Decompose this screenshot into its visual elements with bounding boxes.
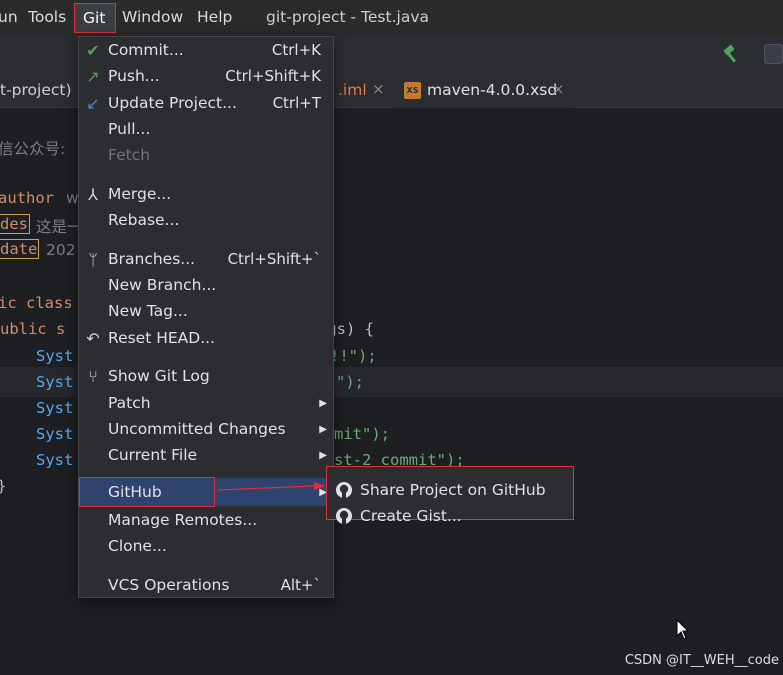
menu-item-current-file[interactable]: Current File ▶ [79,443,333,469]
menu-item-uncommitted-changes[interactable]: Uncommitted Changes ▶ [79,417,333,443]
code-token: ublic s [0,320,66,338]
code-token: Syst [36,347,74,365]
menu-item-shortcut: Ctrl+K [271,41,321,59]
menu-item-create-gist[interactable]: Create Gist... [330,503,574,529]
menu-item-label: Push... [108,67,160,85]
github-annotation-box [79,477,215,507]
git-log-icon: ⑂ [88,367,98,386]
menu-item-label: Update Project... [108,94,237,112]
code-token: Syst [36,373,74,391]
code-token: 这是一 [36,218,83,236]
menu-item-patch[interactable]: Patch ▶ [79,391,333,417]
menu-item-reset-head[interactable]: ↶ Reset HEAD... [79,326,333,352]
code-token: Syst [36,451,74,469]
code-token: des [0,214,30,234]
annotation-arrow-icon [218,482,325,491]
menu-item-merge[interactable]: ⅄ Merge... [79,182,333,208]
layout-icon[interactable] [764,44,783,64]
menu-item-shortcut: Ctrl+Shift+K [225,67,321,85]
menu-item-label: Commit... [108,41,184,59]
code-token: Syst [36,425,74,443]
menu-item-push[interactable]: ↗ Push... Ctrl+Shift+K [79,64,333,90]
submenu-arrow-icon: ▶ [319,398,327,409]
menu-item-manage-remotes[interactable]: Manage Remotes... [79,508,333,534]
code-token: !!"); [330,347,377,365]
code-token: w [66,189,79,207]
check-icon: ✔ [86,41,100,60]
mouse-cursor-icon [676,619,690,640]
menu-item-label: Reset HEAD... [108,329,215,347]
project-tab[interactable]: t-project) [0,72,80,108]
menu-help[interactable]: Help [197,8,232,26]
menu-item-label: Uncommitted Changes [108,420,286,438]
code-token: } [0,477,6,495]
menu-item-shortcut: Ctrl+Shift+` [227,250,321,268]
menu-item-label: Rebase... [108,211,180,229]
github-icon [336,508,352,524]
menu-item-branches[interactable]: ᛘ Branches... Ctrl+Shift+` [79,247,333,273]
menu-item-clone[interactable]: Clone... [79,534,333,560]
menu-item-rebase[interactable]: Rebase... [79,208,333,234]
watermark: CSDN @IT__WEH__code [624,653,779,668]
submenu-item-label: Share Project on GitHub [360,481,546,499]
menu-item-label: New Tag... [108,302,188,320]
close-icon[interactable]: × [552,80,565,98]
menu-run-partial[interactable]: un [0,8,18,26]
menu-item-show-git-log[interactable]: ⑂ Show Git Log [79,364,333,390]
xsd-file-icon: XS [404,82,421,99]
menu-item-label: Pull... [108,120,151,138]
menu-item-share-on-github[interactable]: Share Project on GitHub [330,477,574,503]
undo-icon: ↶ [86,329,100,348]
menu-bar: un Tools Git Window Help git-project - T… [0,0,783,36]
menu-item-update-project[interactable]: ↙ Update Project... Ctrl+T [79,91,333,117]
tab-iml-label: .iml [338,81,367,99]
menu-item-label: Fetch [108,146,151,164]
code-token: date [0,239,40,259]
code-token: 202 [46,241,76,259]
code-token: author [0,189,54,207]
menu-item-label: Manage Remotes... [108,511,258,529]
menu-item-pull[interactable]: Pull... [79,117,333,143]
window-title: git-project - Test.java [266,8,429,26]
menu-item-label: VCS Operations [108,576,230,594]
menu-tools[interactable]: Tools [28,8,66,26]
code-token: mit"); [334,425,390,443]
menu-item-label: New Branch... [108,276,217,294]
submenu-arrow-icon: ▶ [319,450,327,461]
menu-item-label: Current File [108,446,198,464]
menu-item-label: Clone... [108,537,167,555]
git-dropdown-menu: ✔ Commit... Ctrl+K ↗ Push... Ctrl+Shift+… [78,36,334,598]
menu-git[interactable]: Git [74,3,116,33]
menu-item-fetch: Fetch [79,143,333,169]
github-icon [336,482,352,498]
menu-git-label: Git [83,9,106,27]
menu-item-vcs-operations[interactable]: VCS Operations Alt+` [79,573,333,599]
code-token: Syst [36,399,74,417]
menu-item-new-branch[interactable]: New Branch... [79,273,333,299]
submenu-arrow-icon: ▶ [319,424,327,435]
menu-item-label: Patch [108,394,151,412]
submenu-item-label: Create Gist... [360,507,462,525]
close-icon[interactable]: × [372,80,385,98]
menu-item-commit[interactable]: ✔ Commit... Ctrl+K [79,38,333,64]
build-hammer-icon[interactable] [722,44,742,64]
menu-item-shortcut: Ctrl+T [272,94,321,112]
menu-item-label: Branches... [108,250,196,268]
menu-item-label: Merge... [108,185,172,203]
branch-icon: ᛘ [88,250,98,269]
code-token: "); [336,373,364,391]
menu-item-shortcut: Alt+` [280,576,321,594]
update-arrow-icon: ↙ [86,94,100,113]
menu-item-new-tag[interactable]: New Tag... [79,299,333,325]
push-arrow-icon: ↗ [86,67,100,86]
menu-item-label: Show Git Log [108,367,210,385]
project-tab-label: t-project) [0,81,72,99]
merge-icon: ⅄ [88,185,98,204]
code-line: 信公众号: [0,140,66,158]
menu-window[interactable]: Window [122,8,183,26]
tab-xsd-label: maven-4.0.0.xsd [427,81,558,99]
code-token: ic class [0,294,73,312]
